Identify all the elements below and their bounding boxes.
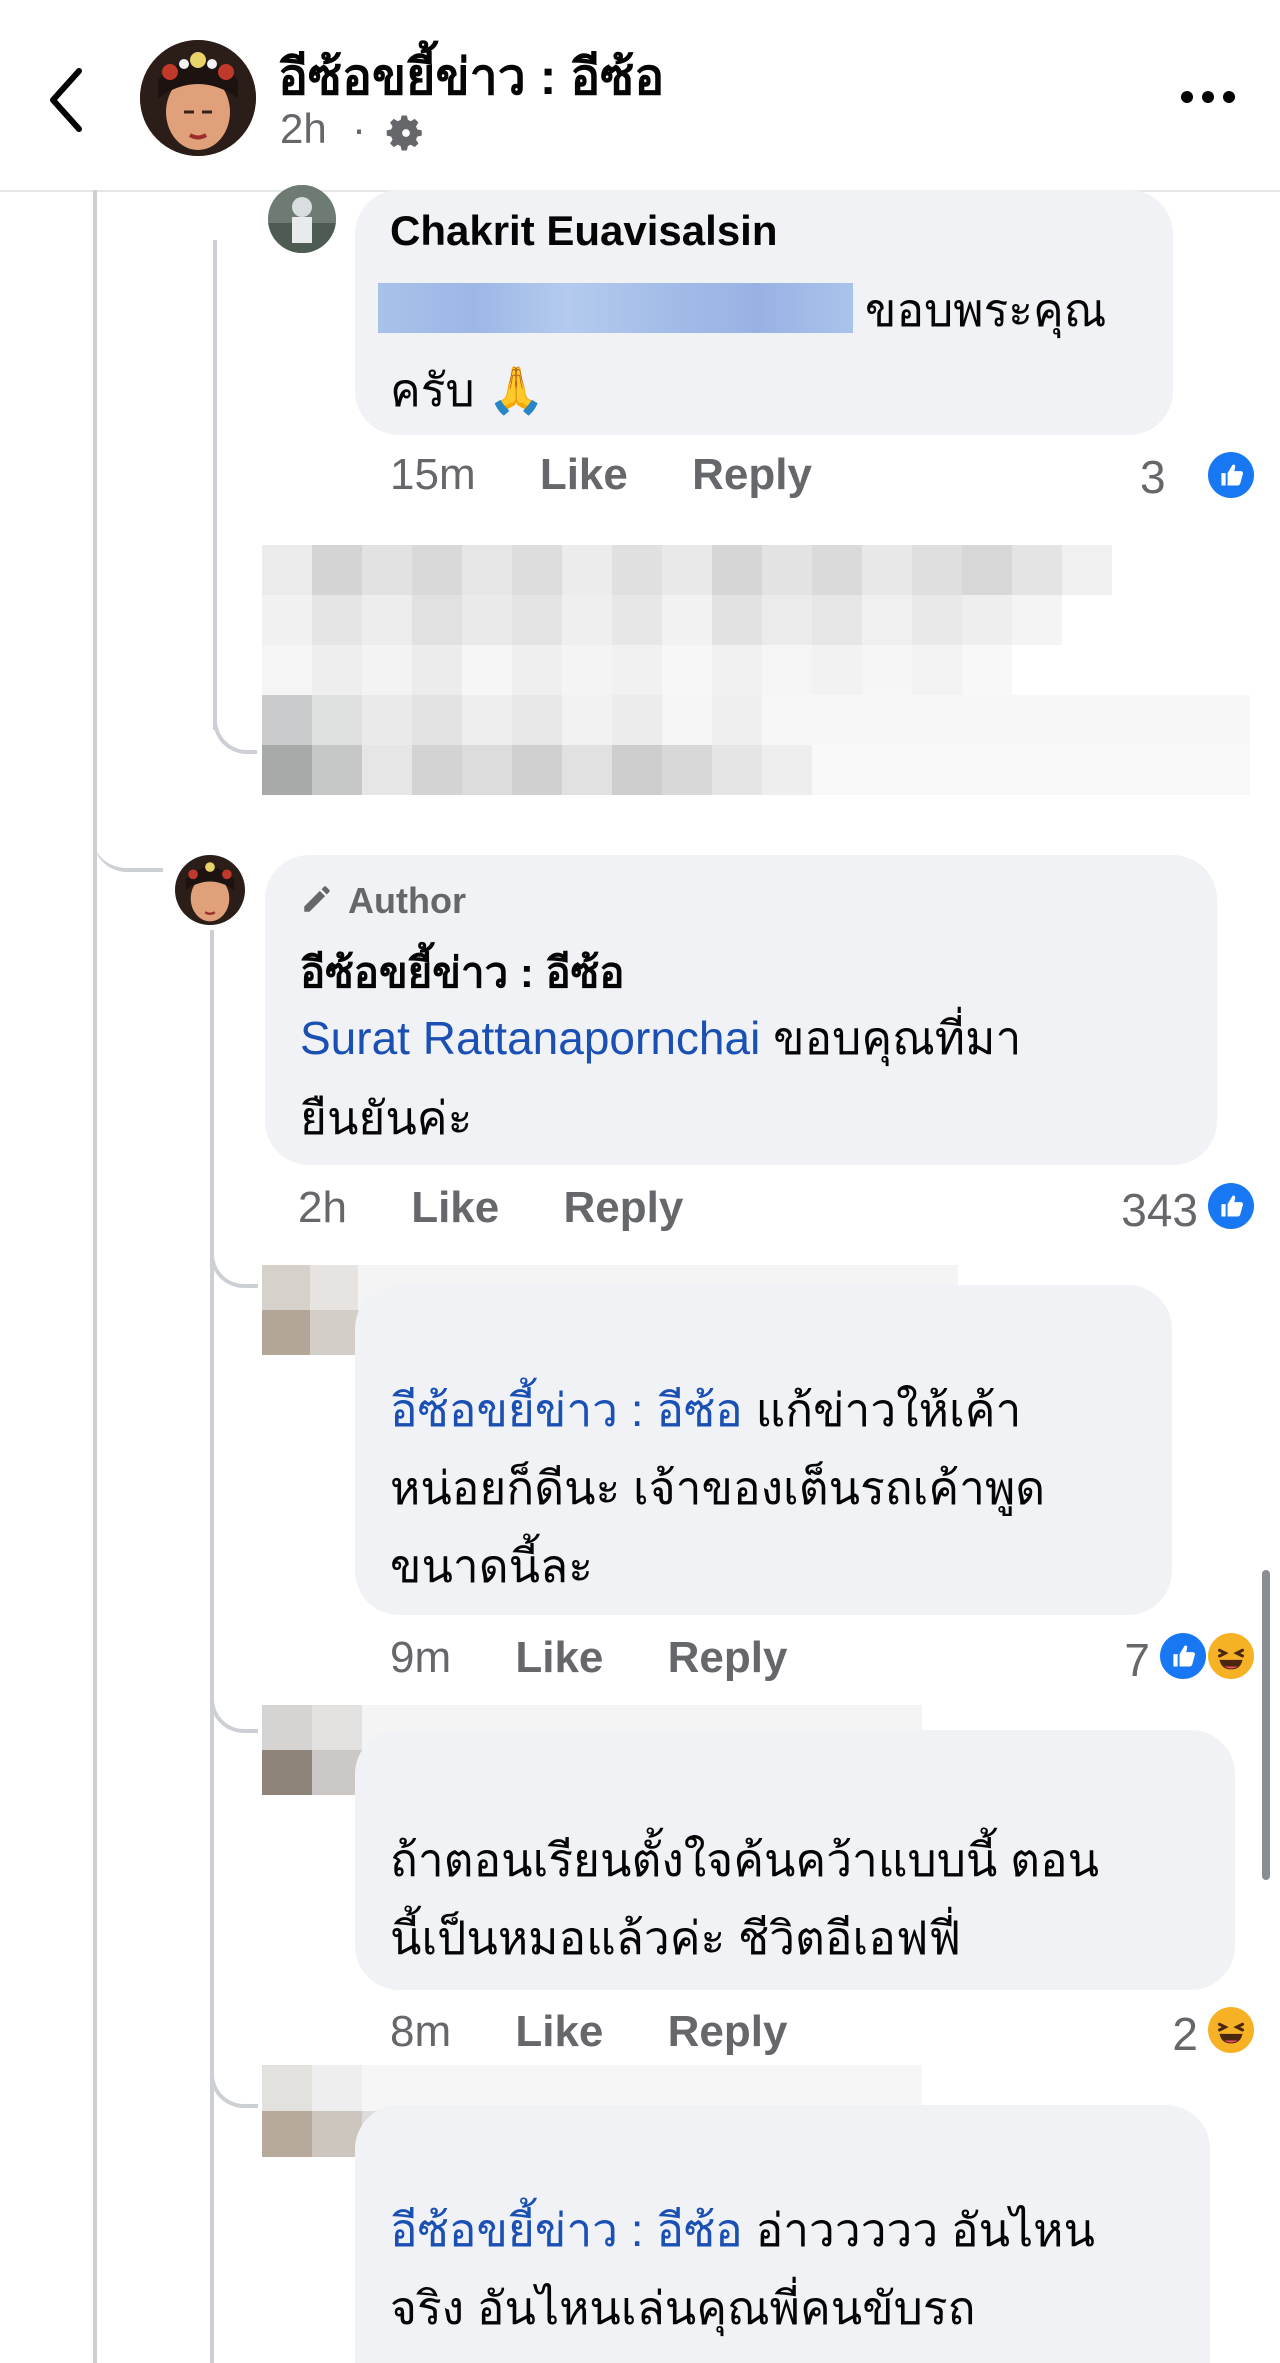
comment-text: อีซ้อขยี้ข่าว : อีซ้อ อ่าววววว อันไหน [390, 2204, 1095, 2256]
comment-actions: 2h Like Reply [298, 1183, 735, 1233]
comment-text: อีซ้อขยี้ข่าว : อีซ้อ แก้ข่าวให้เค้า [390, 1384, 1022, 1436]
post-time[interactable]: 2h [280, 105, 327, 153]
comment-text: ครับ 🙏 [390, 363, 545, 417]
thread-line-nested [213, 240, 217, 730]
more-options-icon[interactable] [1180, 90, 1236, 104]
gear-icon [386, 115, 422, 151]
comment-text: Surat Rattanapornchai ขอบคุณที่มา [300, 1012, 1022, 1064]
comment-text: ถ้าตอนเรียนตั้งใจค้นคว้าแบบนี้ ตอน [390, 1834, 1100, 1886]
comment-actions: 15m Like Reply [390, 450, 864, 500]
thread-curve [213, 700, 257, 754]
comment-text: หน่อยก็ดีนะ เจ้าของเต็นรถเค้าพูด [390, 1462, 1046, 1514]
comment-time[interactable]: 2h [298, 1183, 347, 1232]
comment-text: ยืนยันค่ะ [300, 1092, 473, 1144]
like-reaction-icon[interactable] [1160, 1633, 1206, 1679]
scrollbar[interactable] [1262, 1570, 1270, 1880]
comment-text: จริง อันไหนเล่นคุณพี่คนขับรถ [390, 2282, 976, 2334]
like-button[interactable]: Like [411, 1183, 499, 1232]
comment-text: นี้เป็นหมอแล้วค่ะ ชีวิตอีเอฟฟี่ [390, 1912, 962, 1964]
commenter-name[interactable]: อีซ้อขยี้ข่าว : อีซ้อ [300, 940, 624, 1006]
mention-link[interactable]: อีซ้อขยี้ข่าว : อีซ้อ [390, 2204, 743, 2256]
blurred-comment [262, 545, 1250, 800]
reaction-count[interactable]: 343 [1060, 1183, 1198, 1237]
thread-line-main [93, 190, 97, 2363]
page-avatar[interactable] [140, 40, 256, 156]
like-button[interactable]: Like [515, 2007, 603, 2056]
reaction-count[interactable]: 7 [1090, 1633, 1150, 1687]
reaction-count[interactable]: 2 [1140, 2007, 1198, 2061]
page-name[interactable]: อีซ้อขยี้ข่าว : อีซ้อ [278, 38, 664, 117]
comment-text: ขนาดนี้ละ [390, 1540, 593, 1592]
like-reaction-icon[interactable] [1208, 1183, 1254, 1229]
reply-button[interactable]: Reply [668, 2007, 788, 2056]
like-button[interactable]: Like [515, 1633, 603, 1682]
pencil-icon [304, 886, 330, 912]
folded-hands-emoji: 🙏 [487, 363, 545, 417]
commenter-avatar[interactable] [268, 185, 336, 253]
thread-curve [210, 1240, 258, 1288]
like-button[interactable]: Like [540, 450, 628, 499]
comment-text: ขอบพระคุณ [865, 284, 1107, 336]
thread-line-replies [210, 930, 214, 2363]
haha-reaction-icon[interactable] [1208, 1633, 1254, 1679]
like-reaction-icon[interactable] [1208, 452, 1254, 498]
reply-button[interactable]: Reply [668, 1633, 788, 1682]
thread-curve [93, 800, 163, 872]
reaction-count[interactable]: 3 [1140, 450, 1166, 504]
redacted-mention [378, 283, 853, 333]
comment-time[interactable]: 9m [390, 1633, 451, 1682]
haha-reaction-icon[interactable] [1208, 2007, 1254, 2053]
back-arrow-icon[interactable] [45, 65, 85, 135]
separator-dot: · [352, 105, 366, 152]
reply-button[interactable]: Reply [563, 1183, 683, 1232]
author-avatar[interactable] [175, 855, 245, 925]
comment-time[interactable]: 15m [390, 450, 476, 499]
comment-time[interactable]: 8m [390, 2007, 451, 2056]
thread-curve [210, 2060, 258, 2108]
comment-actions: 8m Like Reply [390, 2007, 839, 2057]
mention-link[interactable]: อีซ้อขยี้ข่าว : อีซ้อ [390, 1384, 743, 1436]
mention-link[interactable]: Surat Rattanapornchai [300, 1012, 760, 1064]
thread-curve [210, 1685, 258, 1733]
comment-actions: 9m Like Reply [390, 1633, 839, 1683]
commenter-name[interactable]: Chakrit Euavisalsin [390, 207, 778, 255]
author-badge: Author [348, 880, 466, 921]
reply-button[interactable]: Reply [692, 450, 812, 499]
